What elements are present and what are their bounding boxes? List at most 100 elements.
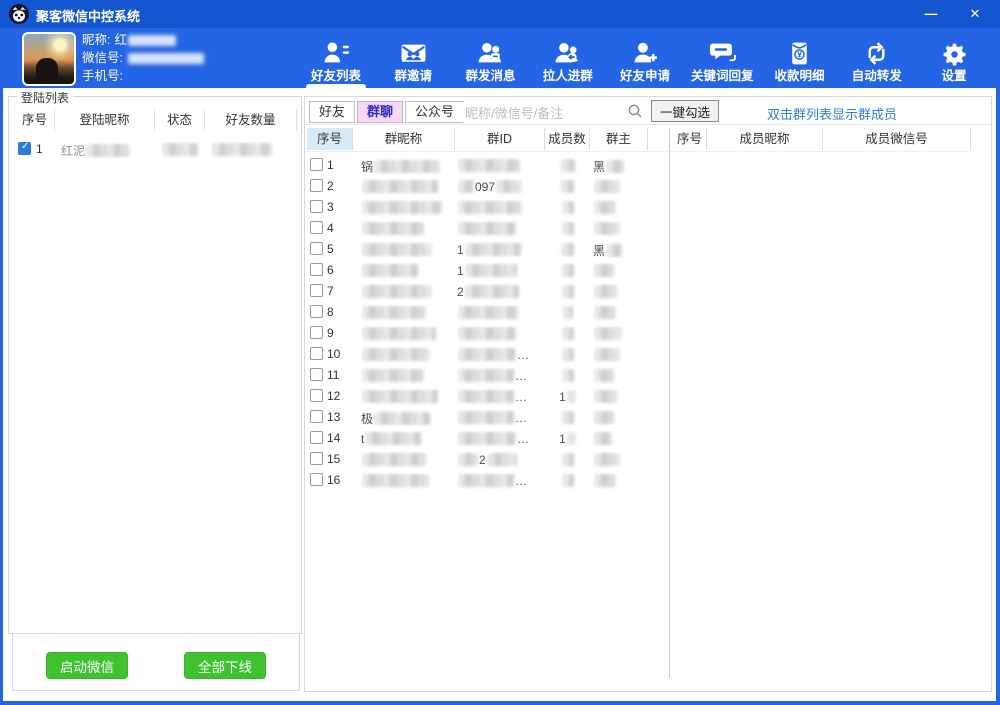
nav-item-settings[interactable]: 设置 bbox=[918, 28, 990, 88]
group-row-checkbox[interactable] bbox=[310, 158, 323, 171]
nav-item-auto-forward[interactable]: 自动转发 bbox=[841, 28, 913, 88]
redacted-text bbox=[362, 201, 442, 214]
redacted-text bbox=[362, 390, 438, 403]
group-row-checkbox[interactable] bbox=[310, 200, 323, 213]
redacted-text bbox=[362, 453, 426, 466]
group-row-checkbox[interactable] bbox=[310, 284, 323, 297]
group-row-checkbox[interactable] bbox=[310, 221, 323, 234]
group-row-checkbox[interactable] bbox=[310, 473, 323, 486]
group-row-checkbox[interactable] bbox=[310, 452, 323, 465]
nav-item-group-invite[interactable]: 群邀请 bbox=[377, 28, 449, 88]
keyword-reply-icon bbox=[709, 35, 736, 67]
panel-divider bbox=[669, 128, 670, 678]
group-row-checkbox[interactable] bbox=[310, 326, 323, 339]
redacted-text bbox=[562, 369, 574, 382]
group-row-checkbox[interactable] bbox=[310, 179, 323, 192]
group-row[interactable]: 3 bbox=[305, 197, 669, 218]
redacted-text bbox=[562, 285, 574, 298]
redacted-text bbox=[458, 159, 520, 172]
group-row[interactable]: 72 bbox=[305, 281, 669, 302]
nav-item-label: 好友申请 bbox=[620, 67, 670, 85]
group-row-checkbox[interactable] bbox=[310, 368, 323, 381]
nav-item-label: 收款明细 bbox=[774, 67, 824, 85]
group-row[interactable]: 8 bbox=[305, 302, 669, 323]
nav-item-friend-list[interactable]: 好友列表 bbox=[300, 28, 372, 88]
redacted-text bbox=[458, 348, 516, 361]
group-row[interactable]: 51黑 bbox=[305, 239, 669, 260]
redacted-text bbox=[362, 285, 432, 298]
user-info-line: 昵称:红 bbox=[82, 31, 205, 49]
column-header: 序号 bbox=[673, 128, 707, 150]
redacted-text bbox=[365, 432, 421, 445]
app-logo-icon bbox=[8, 3, 30, 25]
group-row[interactable]: 152 bbox=[305, 449, 669, 470]
group-row[interactable]: 14t…1 bbox=[305, 428, 669, 449]
group-message-icon bbox=[477, 35, 504, 67]
nav-item-pull-to-group[interactable]: 拉人进群 bbox=[532, 28, 604, 88]
user-avatar bbox=[22, 32, 76, 86]
nav-item-payment-detail[interactable]: ¥收款明细 bbox=[764, 28, 836, 88]
redacted-text bbox=[362, 369, 424, 382]
toolbar-nav: 好友列表群邀请群发消息拉人进群好友申请关键词回复¥收款明细自动转发设置 bbox=[300, 28, 990, 88]
redacted-text bbox=[594, 327, 622, 340]
redacted-text bbox=[561, 180, 574, 193]
show-members-hint-link[interactable]: 双击群列表显示群成员 bbox=[767, 104, 897, 123]
group-row[interactable]: 4 bbox=[305, 218, 669, 239]
group-row-checkbox[interactable] bbox=[310, 347, 323, 360]
redacted-text bbox=[594, 411, 614, 424]
redacted-text bbox=[458, 453, 478, 466]
group-row-checkbox[interactable] bbox=[310, 242, 323, 255]
nav-item-group-message[interactable]: 群发消息 bbox=[455, 28, 527, 88]
group-row[interactable]: 2097 bbox=[305, 176, 669, 197]
group-row[interactable]: 13极… bbox=[305, 407, 669, 428]
group-row[interactable]: 1锅黑 bbox=[305, 155, 669, 176]
login-row-checkbox[interactable] bbox=[18, 142, 31, 155]
group-row-checkbox[interactable] bbox=[310, 410, 323, 423]
user-info: 昵称:红微信号:手机号: bbox=[82, 31, 205, 85]
minimize-button[interactable]: — bbox=[914, 0, 948, 28]
nav-item-label: 好友列表 bbox=[311, 67, 361, 85]
redacted-text bbox=[458, 201, 522, 214]
redacted-text bbox=[458, 180, 474, 193]
group-row-checkbox[interactable] bbox=[310, 263, 323, 276]
group-row[interactable]: 12…1 bbox=[305, 386, 669, 407]
redacted-text bbox=[562, 474, 574, 487]
redacted-text bbox=[128, 53, 204, 64]
redacted-text bbox=[487, 453, 517, 466]
group-row[interactable]: 61 bbox=[305, 260, 669, 281]
settings-gear-icon bbox=[942, 35, 967, 67]
group-row[interactable]: 16… bbox=[305, 470, 669, 491]
user-info-line: 手机号: bbox=[82, 67, 205, 85]
group-row[interactable]: 9 bbox=[305, 323, 669, 344]
redacted-text bbox=[594, 453, 620, 466]
redacted-text bbox=[594, 264, 614, 277]
redacted-text bbox=[594, 201, 616, 214]
redacted-text bbox=[128, 35, 176, 46]
nav-item-label: 设置 bbox=[941, 67, 966, 85]
friend-list-icon bbox=[323, 35, 350, 67]
redacted-text bbox=[567, 390, 575, 403]
group-row-checkbox[interactable] bbox=[310, 431, 323, 444]
redacted-text bbox=[212, 143, 272, 156]
window-border-right bbox=[996, 88, 1000, 705]
nav-item-friend-request[interactable]: 好友申请 bbox=[609, 28, 681, 88]
redacted-text bbox=[594, 432, 612, 445]
nav-item-keyword-reply[interactable]: 关键词回复 bbox=[686, 28, 758, 88]
redacted-text bbox=[362, 222, 424, 235]
group-invite-icon bbox=[400, 35, 427, 67]
group-row-checkbox[interactable] bbox=[310, 305, 323, 318]
auto-forward-icon bbox=[863, 35, 890, 67]
group-row[interactable]: 10… bbox=[305, 344, 669, 365]
close-button[interactable]: ✕ bbox=[958, 0, 992, 28]
group-row[interactable]: 11… bbox=[305, 365, 669, 386]
redacted-text bbox=[458, 411, 514, 424]
start-wechat-button[interactable]: 启动微信 bbox=[46, 652, 128, 679]
redacted-text bbox=[562, 264, 574, 277]
redacted-text bbox=[458, 474, 514, 487]
redacted-text bbox=[567, 432, 575, 445]
offline-all-button[interactable]: 全部下线 bbox=[184, 652, 266, 679]
login-row[interactable]: 1红泥 bbox=[9, 139, 301, 159]
group-row-checkbox[interactable] bbox=[310, 389, 323, 402]
redacted-text bbox=[594, 180, 620, 193]
redacted-text bbox=[561, 159, 575, 172]
